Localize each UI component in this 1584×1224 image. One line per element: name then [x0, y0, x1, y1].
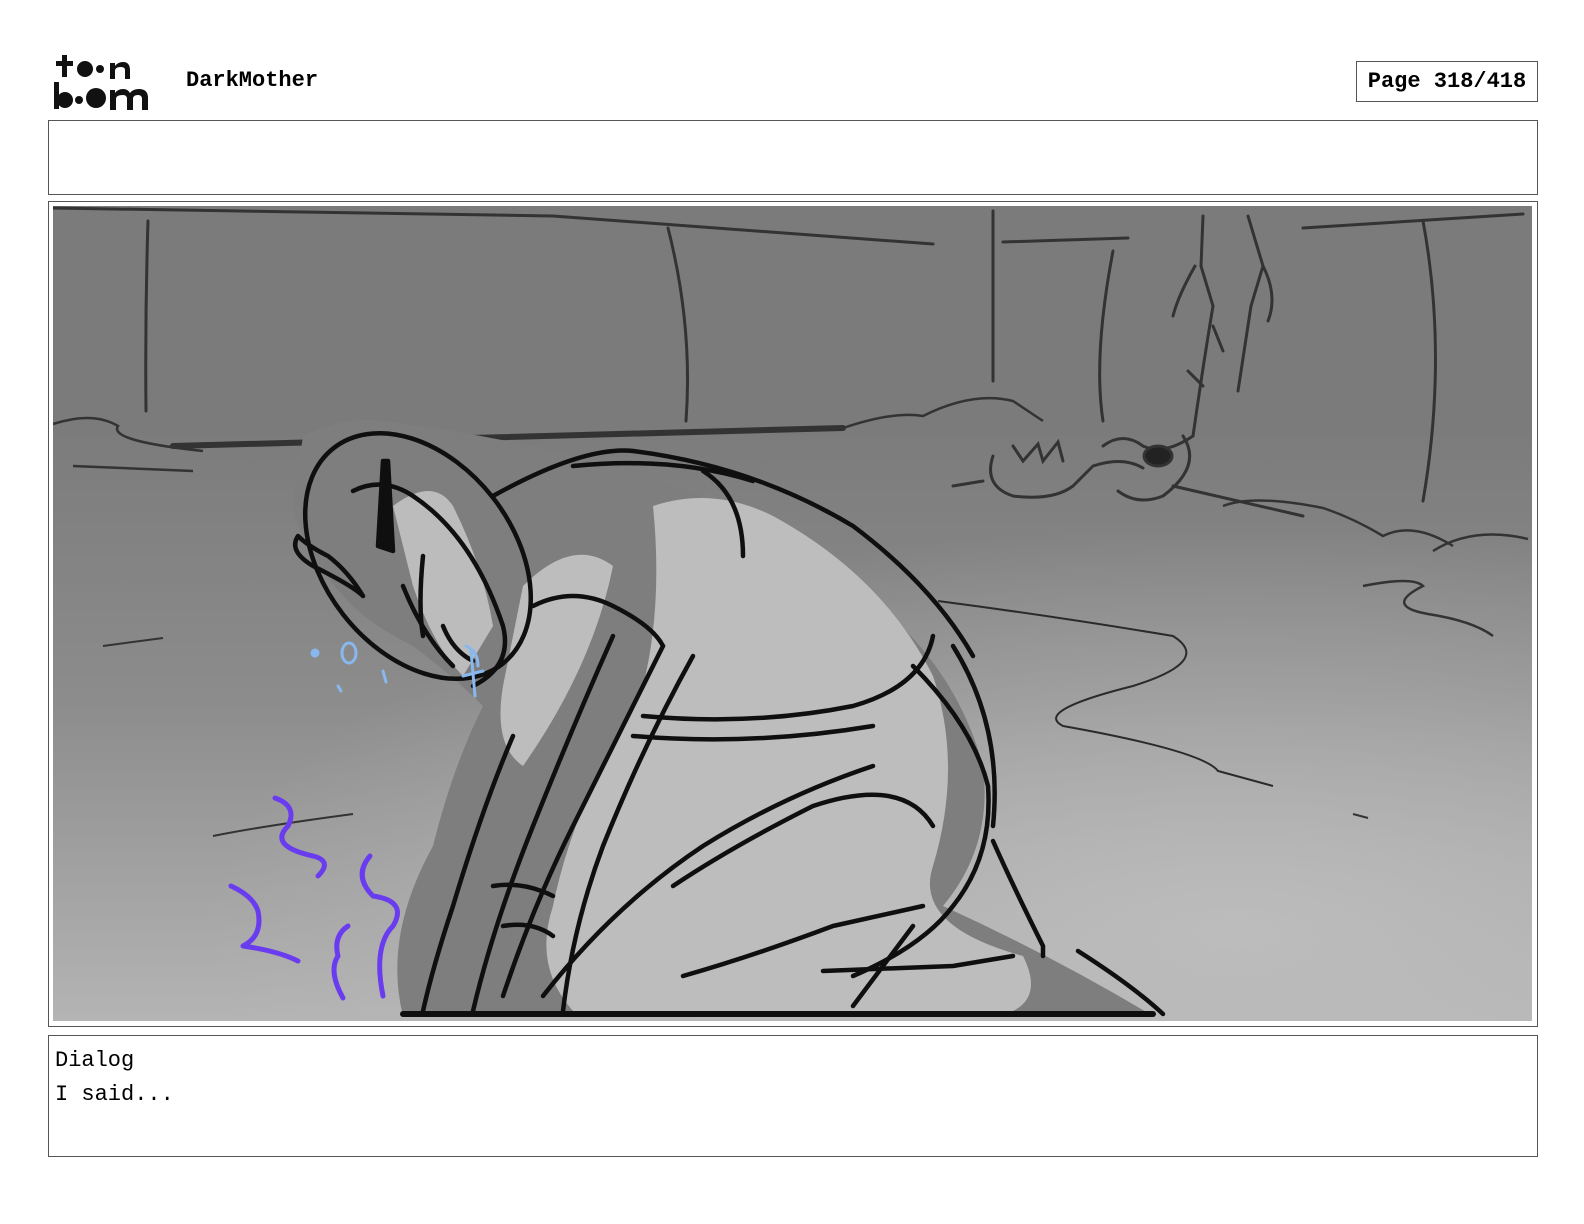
storyboard-panel — [53, 206, 1532, 1021]
project-title: DarkMother — [186, 68, 319, 93]
toon-boom-logo-icon — [54, 55, 148, 110]
page-indicator: Page 318/418 — [1356, 61, 1538, 102]
panel-frame — [48, 201, 1538, 1027]
storyboard-sketch-image — [53, 206, 1532, 1021]
dialog-label: Dialog — [55, 1048, 135, 1073]
toon-boom-logo — [52, 52, 164, 112]
dialog-text: I said... — [55, 1082, 174, 1107]
dialog-box: Dialog I said... — [48, 1035, 1538, 1157]
notes-box — [48, 120, 1538, 195]
